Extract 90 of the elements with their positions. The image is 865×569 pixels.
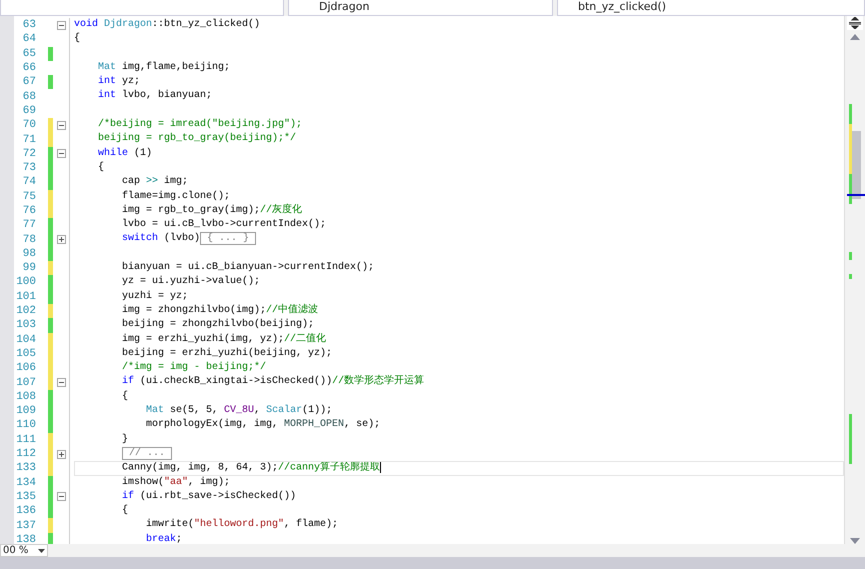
code-line: /*img = img - beijing;*/ <box>121 361 268 376</box>
code-line: lvbo = ui.cB_lvbo->currentIndex(); <box>121 218 328 232</box>
line-number: 101 <box>15 290 36 303</box>
code-line: // ... <box>74 446 844 462</box>
line-number: 99 <box>22 262 36 274</box>
line-number: 109 <box>15 405 36 418</box>
code-line: imshow("aa", img); <box>121 476 232 490</box>
fold-toggle[interactable] <box>56 450 66 459</box>
line-number: 107 <box>15 376 36 389</box>
code-line: /*beijing = imread("beijing.jpg"); <box>97 118 304 132</box>
scrollbar-thumb[interactable] <box>852 131 861 199</box>
code-line: { <box>121 504 130 518</box>
line-number: 98 <box>22 248 36 260</box>
line-number: 110 <box>15 419 36 432</box>
code-line: void Djdragon::btn_yz_clicked() <box>74 18 262 32</box>
line-number: 106 <box>15 362 36 374</box>
code-line: img = zhongzhilvbo(img);//中值滤波 <box>121 304 320 318</box>
fold-toggle[interactable] <box>56 20 66 30</box>
line-number: 135 <box>15 490 36 503</box>
line-number: 138 <box>15 534 36 544</box>
line-number: 111 <box>15 434 36 446</box>
code-line: img = rgb_to_gray(img);//灰度化 <box>121 204 304 218</box>
dropdown-arrow-icon <box>38 548 45 552</box>
code-line: yz = ui.yuzhi->value(); <box>121 275 262 290</box>
code-line: beijing = zhongzhilvbo(beijing); <box>121 318 316 332</box>
code-line: if (ui.rbt_save->isChecked()) <box>121 490 298 504</box>
line-number: 104 <box>15 334 36 346</box>
code-line: cap >> img; <box>121 175 190 190</box>
class-dropdown[interactable]: Djdragon <box>288 0 553 16</box>
line-number: 70 <box>22 119 36 132</box>
line-number: 71 <box>22 134 36 146</box>
line-number: 63 <box>22 19 36 32</box>
split-icon[interactable] <box>847 16 863 30</box>
line-number: 103 <box>15 319 36 332</box>
line-number: 74 <box>22 176 36 188</box>
line-number: 65 <box>22 48 36 60</box>
scrollbar-marker <box>849 252 852 260</box>
code-line: int lvbo, bianyuan; <box>97 89 214 104</box>
code-line: imwrite("helloword.png", flame); <box>145 518 340 532</box>
code-line: } <box>121 432 130 447</box>
line-number: 68 <box>22 90 36 103</box>
code-line: { <box>74 32 82 46</box>
line-number: 77 <box>22 219 36 232</box>
code-line: while (1) <box>97 146 154 161</box>
fold-toggle[interactable] <box>56 235 66 244</box>
line-number: 136 <box>15 505 36 518</box>
position-marker <box>847 194 865 196</box>
fold-toggle[interactable] <box>56 492 66 502</box>
code-line: img = erzhi_yuzhi(img, yz);//二值化 <box>121 332 328 347</box>
line-number: 78 <box>22 234 36 246</box>
code-line: bianyuan = ui.cB_bianyuan->currentIndex(); <box>121 261 376 276</box>
line-number: 100 <box>15 276 36 288</box>
code-line: switch (lvbo) { ... } <box>74 232 844 247</box>
code-line: flame=img.clone(); <box>121 190 232 204</box>
line-number: 72 <box>22 148 36 160</box>
code-line: int yz; <box>97 75 142 90</box>
fold-toggle[interactable] <box>56 149 66 158</box>
line-number: 137 <box>15 520 36 532</box>
code-line: Mat se(5, 5, CV_8U, Scalar(1)); <box>145 404 334 418</box>
line-number: 105 <box>15 348 36 360</box>
line-number: 73 <box>22 162 36 174</box>
code-line: break; <box>145 532 184 544</box>
line-number: 134 <box>15 476 36 489</box>
code-line: Mat img,flame,beijing; <box>97 60 232 75</box>
code-line: beijing = rgb_to_gray(beijing);*/ <box>97 132 298 146</box>
line-number: 112 <box>15 448 36 460</box>
code-line: if (ui.checkB_xingtai->isChecked())//数学形态学开运算 <box>121 375 426 390</box>
line-number: 102 <box>15 305 36 318</box>
line-number: 133 <box>15 462 36 474</box>
line-number: 64 <box>22 33 36 46</box>
zoom-dropdown[interactable]: 00 % <box>0 544 48 557</box>
line-number: 66 <box>22 62 36 74</box>
fold-toggle[interactable] <box>56 378 66 388</box>
line-number: 69 <box>22 104 36 117</box>
code-line: { <box>121 390 130 404</box>
line-number: 108 <box>15 390 36 403</box>
code-line: morphologyEx(img, img, MORPH_OPEN, se); <box>145 418 382 432</box>
fold-toggle[interactable] <box>56 120 66 130</box>
horizontal-scrollbar[interactable] <box>0 557 865 569</box>
code-line: { <box>97 160 106 175</box>
scrollbar-marker <box>849 274 852 279</box>
scroll-up-icon[interactable] <box>850 34 860 40</box>
line-number: 67 <box>22 76 36 88</box>
code-line: beijing = erzhi_yuzhi(beijing, yz); <box>121 346 334 361</box>
line-number: 76 <box>22 205 36 217</box>
line-number: 75 <box>22 190 36 203</box>
member-dropdown[interactable]: btn_yz_clicked() <box>557 0 865 16</box>
code-line: yuzhi = yz; <box>121 290 190 304</box>
scrollbar-marker <box>849 414 852 464</box>
scroll-down-icon[interactable] <box>850 538 860 544</box>
